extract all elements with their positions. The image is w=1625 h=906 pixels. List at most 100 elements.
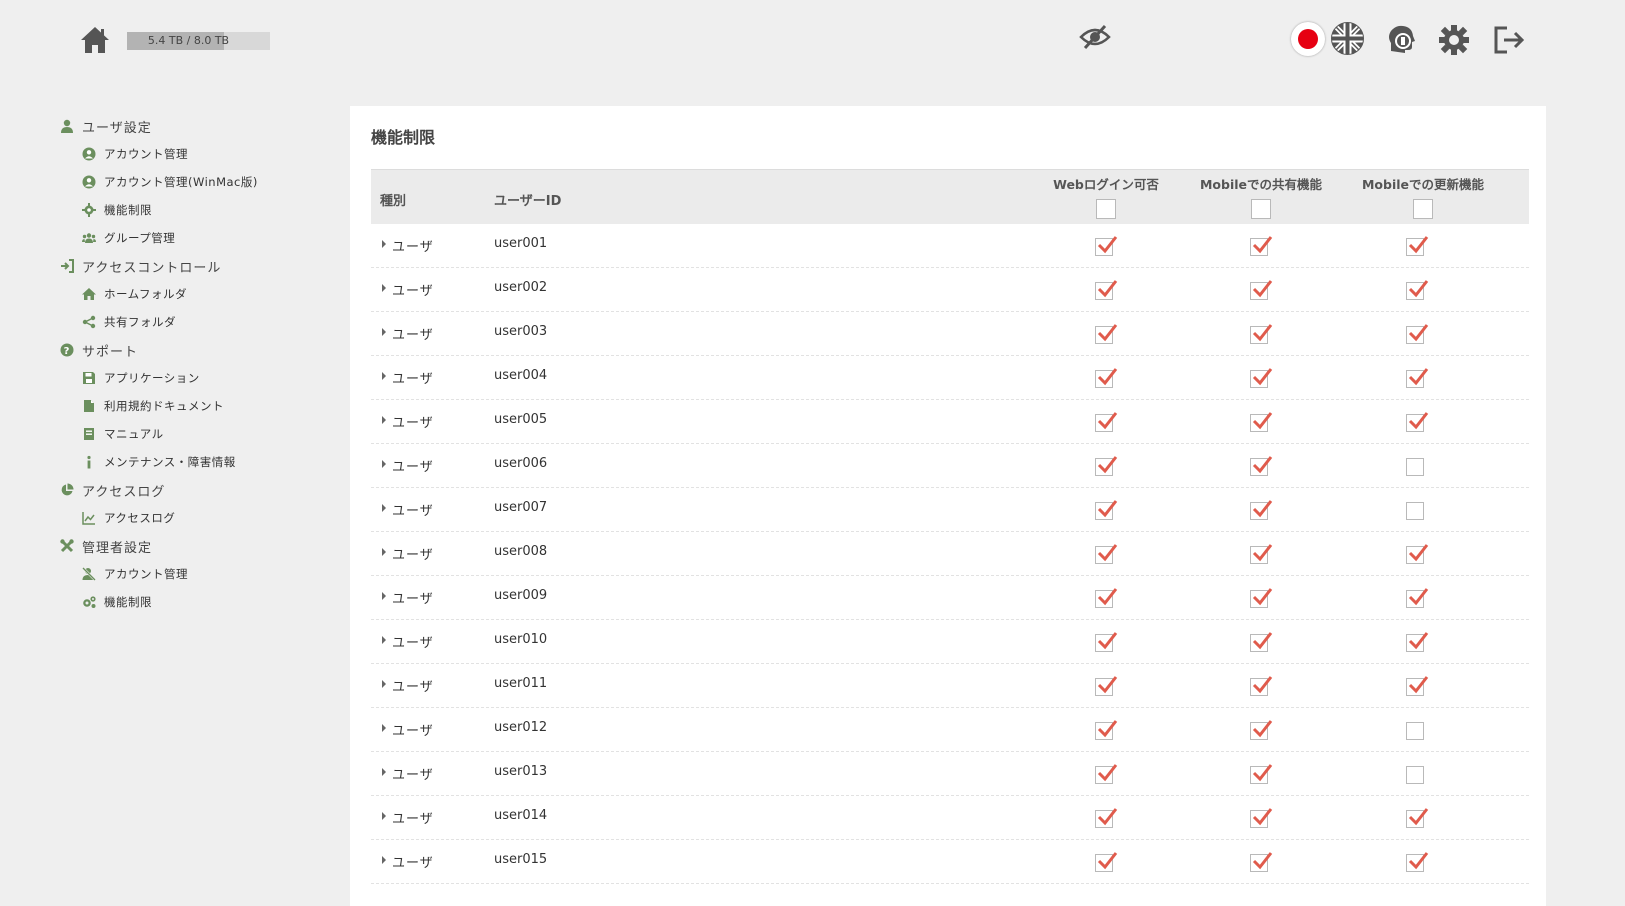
uk-flag-icon[interactable] — [1331, 22, 1364, 55]
web-login-checkbox[interactable] — [1095, 720, 1118, 740]
mobile-update-checkbox[interactable] — [1406, 766, 1424, 784]
sidebar-item-2-0[interactable]: アプリケーション — [60, 364, 330, 392]
select-all-web-login-checkbox[interactable] — [1096, 199, 1116, 219]
sidebar-item-2-1[interactable]: 利用規約ドキュメント — [60, 392, 330, 420]
expand-arrow-icon[interactable] — [380, 721, 388, 735]
sidebar-section-2[interactable]: ? サポート — [60, 336, 330, 364]
mobile-share-checkbox[interactable] — [1250, 324, 1273, 344]
sidebar-item-0-3[interactable]: グループ管理 — [60, 224, 330, 252]
mobile-share-checkbox[interactable] — [1250, 852, 1273, 872]
sidebar-section-0[interactable]: ユーザ設定 — [60, 112, 330, 140]
row-type: ユーザ — [392, 240, 434, 255]
mobile-update-checkbox[interactable] — [1406, 852, 1429, 872]
sidebar-item-4-0[interactable]: アカウント管理 — [60, 560, 330, 588]
expand-arrow-icon[interactable] — [380, 853, 388, 867]
web-login-checkbox[interactable] — [1095, 368, 1118, 388]
mobile-update-checkbox[interactable] — [1406, 368, 1429, 388]
mobile-share-checkbox[interactable] — [1250, 236, 1273, 256]
table-row: ユーザ user002 — [371, 268, 1529, 312]
logout-icon[interactable] — [1493, 24, 1527, 56]
sidebar-section-3[interactable]: アクセスログ — [60, 476, 330, 504]
sidebar-section-1[interactable]: アクセスコントロール — [60, 252, 330, 280]
support-icon[interactable] — [1385, 23, 1417, 55]
mobile-share-checkbox[interactable] — [1250, 764, 1273, 784]
sidebar-item-0-2[interactable]: 機能制限 — [60, 196, 330, 224]
column-header-user-id: ユーザーID — [494, 194, 562, 209]
sidebar-item-label: アカウント管理 — [104, 147, 188, 161]
web-login-checkbox[interactable] — [1095, 632, 1118, 652]
hidden-eye-icon[interactable] — [1078, 23, 1112, 51]
mobile-share-checkbox[interactable] — [1250, 412, 1273, 432]
mobile-update-checkbox[interactable] — [1406, 324, 1429, 344]
expand-arrow-icon[interactable] — [380, 589, 388, 603]
japan-flag-icon[interactable] — [1291, 22, 1325, 56]
web-login-checkbox[interactable] — [1095, 500, 1118, 520]
mobile-update-checkbox[interactable] — [1406, 458, 1424, 476]
expand-arrow-icon[interactable] — [380, 765, 388, 779]
expand-arrow-icon[interactable] — [380, 545, 388, 559]
web-login-checkbox[interactable] — [1095, 236, 1118, 256]
expand-arrow-icon[interactable] — [380, 809, 388, 823]
select-all-mobile-share-checkbox[interactable] — [1251, 199, 1271, 219]
mobile-share-checkbox[interactable] — [1250, 544, 1273, 564]
mobile-share-checkbox[interactable] — [1250, 676, 1273, 696]
mobile-update-checkbox[interactable] — [1406, 544, 1429, 564]
mobile-share-checkbox[interactable] — [1250, 808, 1273, 828]
expand-arrow-icon[interactable] — [380, 457, 388, 471]
sidebar-section-4[interactable]: 管理者設定 — [60, 532, 330, 560]
mobile-share-checkbox[interactable] — [1250, 588, 1273, 608]
sidebar-item-4-1[interactable]: 機能制限 — [60, 588, 330, 616]
web-login-checkbox[interactable] — [1095, 808, 1118, 828]
mobile-share-checkbox[interactable] — [1250, 368, 1273, 388]
mobile-update-checkbox[interactable] — [1406, 808, 1429, 828]
sidebar-item-0-0[interactable]: アカウント管理 — [60, 140, 330, 168]
web-login-checkbox[interactable] — [1095, 544, 1118, 564]
mobile-update-checkbox[interactable] — [1406, 676, 1429, 696]
gear-icon[interactable] — [1438, 24, 1470, 56]
expand-arrow-icon[interactable] — [380, 677, 388, 691]
web-login-checkbox[interactable] — [1095, 588, 1118, 608]
row-user-id: user011 — [494, 676, 548, 691]
expand-arrow-icon[interactable] — [380, 369, 388, 383]
mobile-update-checkbox[interactable] — [1406, 722, 1424, 740]
expand-arrow-icon[interactable] — [380, 281, 388, 295]
row-type: ユーザ — [392, 460, 434, 475]
mobile-share-checkbox[interactable] — [1250, 456, 1273, 476]
mobile-share-checkbox[interactable] — [1250, 632, 1273, 652]
sidebar-item-2-3[interactable]: メンテナンス・障害情報 — [60, 448, 330, 476]
sidebar-item-3-0[interactable]: アクセスログ — [60, 504, 330, 532]
sidebar-item-2-2[interactable]: マニュアル — [60, 420, 330, 448]
expand-arrow-icon[interactable] — [380, 413, 388, 427]
expand-arrow-icon[interactable] — [380, 501, 388, 515]
web-login-checkbox[interactable] — [1095, 456, 1118, 476]
web-login-checkbox[interactable] — [1095, 324, 1118, 344]
sidebar-item-1-0[interactable]: ホームフォルダ — [60, 280, 330, 308]
mobile-update-checkbox[interactable] — [1406, 588, 1429, 608]
mobile-share-checkbox[interactable] — [1250, 500, 1273, 520]
row-user-id: user003 — [494, 324, 548, 339]
mobile-update-checkbox[interactable] — [1406, 280, 1429, 300]
mobile-share-checkbox[interactable] — [1250, 720, 1273, 740]
expand-arrow-icon[interactable] — [380, 325, 388, 339]
expand-arrow-icon[interactable] — [380, 633, 388, 647]
column-header-mobile-share-label: Mobileでの共有機能 — [1199, 177, 1323, 192]
mobile-update-checkbox[interactable] — [1406, 632, 1429, 652]
row-type: ユーザ — [392, 504, 434, 519]
web-login-checkbox[interactable] — [1095, 412, 1118, 432]
permissions-table: 種別 ユーザーID Webログイン可否 Mobileでの共有機能 Mobileで… — [371, 169, 1529, 884]
web-login-checkbox[interactable] — [1095, 676, 1118, 696]
home-icon[interactable] — [79, 24, 111, 56]
mobile-update-checkbox[interactable] — [1406, 502, 1424, 520]
mobile-share-checkbox[interactable] — [1250, 280, 1273, 300]
sidebar-item-1-1[interactable]: 共有フォルダ — [60, 308, 330, 336]
select-all-mobile-update-checkbox[interactable] — [1413, 199, 1433, 219]
mobile-update-checkbox[interactable] — [1406, 236, 1429, 256]
expand-arrow-icon[interactable] — [380, 237, 388, 251]
mobile-update-checkbox[interactable] — [1406, 412, 1429, 432]
table-row: ユーザ user005 — [371, 400, 1529, 444]
web-login-checkbox[interactable] — [1095, 280, 1118, 300]
sidebar-item-label: グループ管理 — [104, 231, 176, 245]
web-login-checkbox[interactable] — [1095, 764, 1118, 784]
web-login-checkbox[interactable] — [1095, 852, 1118, 872]
sidebar-item-0-1[interactable]: アカウント管理(WinMac版) — [60, 168, 330, 196]
